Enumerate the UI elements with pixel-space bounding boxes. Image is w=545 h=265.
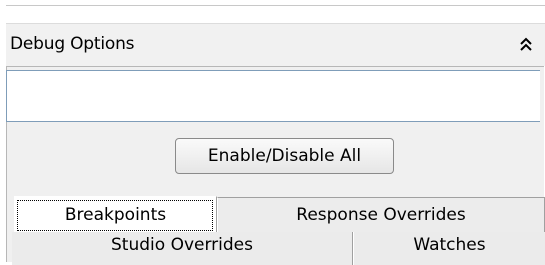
tab-response-overrides[interactable]: Response Overrides	[217, 197, 545, 232]
enable-disable-all-button[interactable]: Enable/Disable All	[175, 138, 394, 174]
tab-studio-overrides[interactable]: Studio Overrides	[12, 232, 353, 265]
tab-breakpoints[interactable]: Breakpoints	[14, 196, 217, 232]
tab-label: Studio Overrides	[111, 235, 253, 255]
tab-watches[interactable]: Watches	[353, 232, 545, 265]
debug-options-header[interactable]: Debug Options	[6, 23, 545, 66]
top-divider	[6, 5, 545, 6]
double-chevron-up-icon[interactable]	[519, 36, 533, 54]
debug-options-window: Debug Options Enable/Disable All Studio …	[0, 0, 545, 265]
tab-label: Response Overrides	[296, 205, 466, 225]
tab-label: Breakpoints	[64, 205, 167, 225]
tab-label: Watches	[413, 235, 486, 255]
panel-title: Debug Options	[10, 34, 135, 54]
debug-input[interactable]	[6, 70, 540, 122]
